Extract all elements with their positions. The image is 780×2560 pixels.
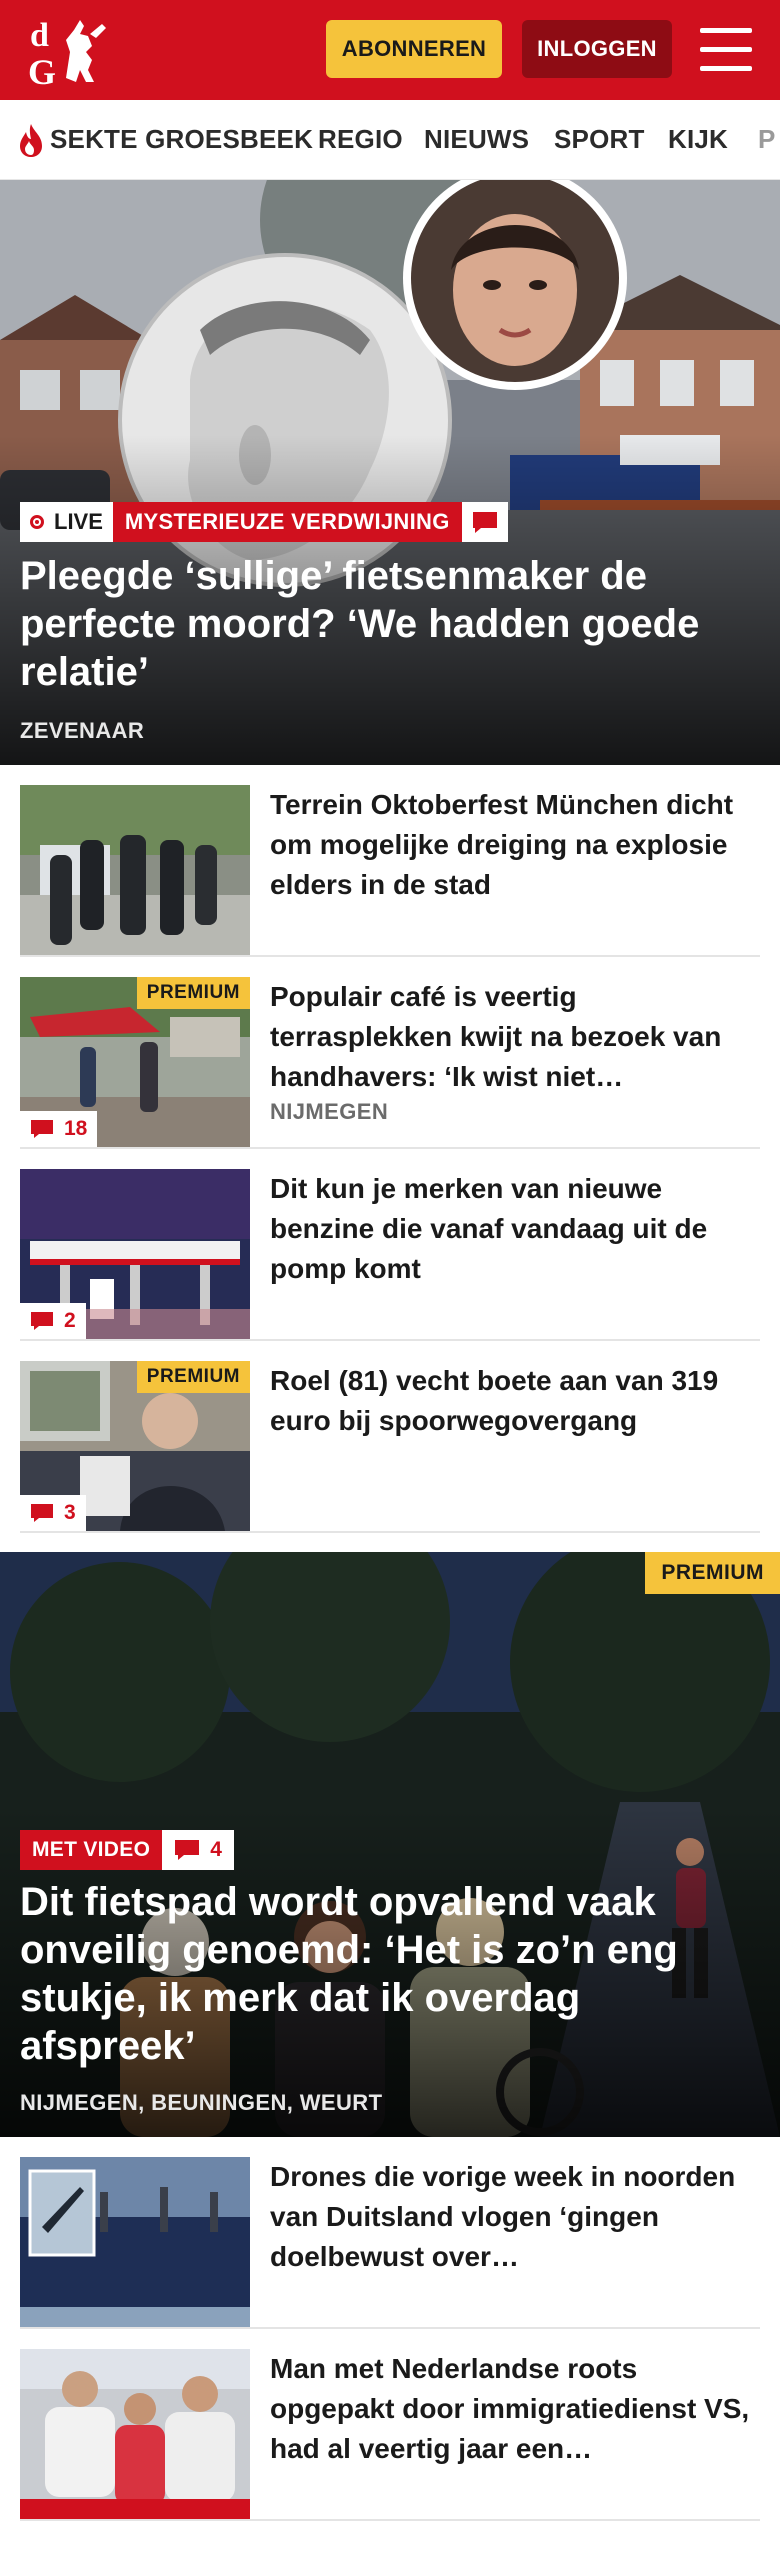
list-item[interactable]: PREMIUM 3 Roel (81) vecht boete aan van …: [20, 1341, 760, 1533]
hero-badges: LIVE MYSTERIEUZE VERDWIJNING: [20, 502, 508, 542]
featured-location: NIJMEGEN, BEUNINGEN, WEURT: [20, 2090, 383, 2115]
hero-topic-tag[interactable]: MYSTERIEUZE VERDWIJNING: [112, 502, 462, 542]
comment-count-value: 3: [64, 1501, 76, 1524]
login-button[interactable]: INLOGGEN: [522, 20, 672, 78]
live-dot-icon: [30, 515, 44, 529]
hero-location: ZEVENAAR: [20, 718, 145, 743]
nav-item-kijk[interactable]: KIJK: [668, 124, 728, 155]
list-item[interactable]: Man met Nederlandse roots opgepakt door …: [20, 2329, 760, 2521]
site-header: d G ABONNEREN INLOGGEN: [0, 0, 780, 100]
hero-article[interactable]: LIVE MYSTERIEUZE VERDWIJNING Pleegde ‘su…: [0, 180, 780, 765]
featured-badges: MET VIDEO 4: [20, 1830, 234, 1870]
section-nav: SEKTE GROESBEEK REGIO NIEUWS SPORT KIJK …: [0, 100, 780, 180]
comment-icon[interactable]: [461, 502, 508, 542]
comment-count[interactable]: 18: [20, 1111, 98, 1147]
nav-item-sekte-groesbeek[interactable]: SEKTE GROESBEEK: [50, 124, 313, 155]
featured-title[interactable]: Dit fietspad wordt opvallend vaak onveil…: [20, 1878, 750, 2070]
svg-text:d: d: [30, 17, 49, 54]
premium-badge: PREMIUM: [645, 1552, 780, 1594]
premium-badge: PREMIUM: [136, 1361, 250, 1393]
article-thumbnail: 2: [20, 1169, 250, 1339]
article-title[interactable]: Terrein Oktoberfest München dicht om mog…: [270, 785, 750, 905]
comment-icon: [31, 1312, 53, 1330]
article-thumbnail: PREMIUM 3: [20, 1361, 250, 1531]
menu-icon[interactable]: [700, 28, 752, 72]
article-thumbnail: [20, 785, 250, 955]
nav-item-truncated[interactable]: P: [758, 124, 776, 155]
comment-icon: [31, 1504, 53, 1522]
svg-text:G: G: [28, 52, 56, 90]
dg-logo[interactable]: d G: [22, 12, 118, 92]
hero-title[interactable]: Pleegde ‘sullige’ fietsenmaker de perfec…: [20, 552, 750, 696]
comment-count-value: 18: [64, 1117, 88, 1140]
comment-count[interactable]: 2: [20, 1303, 86, 1339]
article-thumbnail: PREMIUM 18: [20, 977, 250, 1147]
flame-icon: [20, 124, 42, 157]
article-title[interactable]: Drones die vorige week in noorden van Du…: [270, 2157, 750, 2277]
list-item[interactable]: Drones die vorige week in noorden van Du…: [20, 2137, 760, 2329]
comment-count[interactable]: 4: [162, 1830, 234, 1870]
article-title[interactable]: Dit kun je merken van nieuwe benzine die…: [270, 1169, 750, 1289]
article-title[interactable]: Populair café is veertig terrasplekken k…: [270, 977, 750, 1097]
list-item[interactable]: 2 Dit kun je merken van nieuwe benzine d…: [20, 1149, 760, 1341]
comment-count-value: 2: [64, 1309, 76, 1332]
premium-badge: PREMIUM: [136, 977, 250, 1009]
nav-item-regio[interactable]: REGIO: [318, 124, 403, 155]
list-item[interactable]: PREMIUM 18 Populair café is veertig terr…: [20, 957, 760, 1149]
nav-item-sport[interactable]: SPORT: [554, 124, 645, 155]
comment-count[interactable]: 3: [20, 1495, 86, 1531]
featured-article[interactable]: PREMIUM MET VIDEO 4 Dit fietspad wordt o…: [0, 1552, 780, 2137]
comment-count-value: 4: [210, 1838, 222, 1861]
article-title[interactable]: Man met Nederlandse roots opgepakt door …: [270, 2349, 750, 2469]
list-item[interactable]: Terrein Oktoberfest München dicht om mog…: [20, 765, 760, 957]
video-badge: MET VIDEO: [20, 1830, 163, 1870]
live-label: LIVE: [54, 509, 103, 534]
comment-icon: [175, 1840, 200, 1860]
subscribe-button[interactable]: ABONNEREN: [326, 20, 502, 78]
article-thumbnail: [20, 2157, 250, 2327]
article-title[interactable]: Roel (81) vecht boete aan van 319 euro b…: [270, 1361, 750, 1441]
article-location: NIJMEGEN: [270, 1099, 389, 1124]
live-badge: LIVE: [20, 502, 113, 542]
comment-icon: [31, 1120, 53, 1138]
article-thumbnail: [20, 2349, 250, 2519]
nav-item-nieuws[interactable]: NIEUWS: [424, 124, 529, 155]
